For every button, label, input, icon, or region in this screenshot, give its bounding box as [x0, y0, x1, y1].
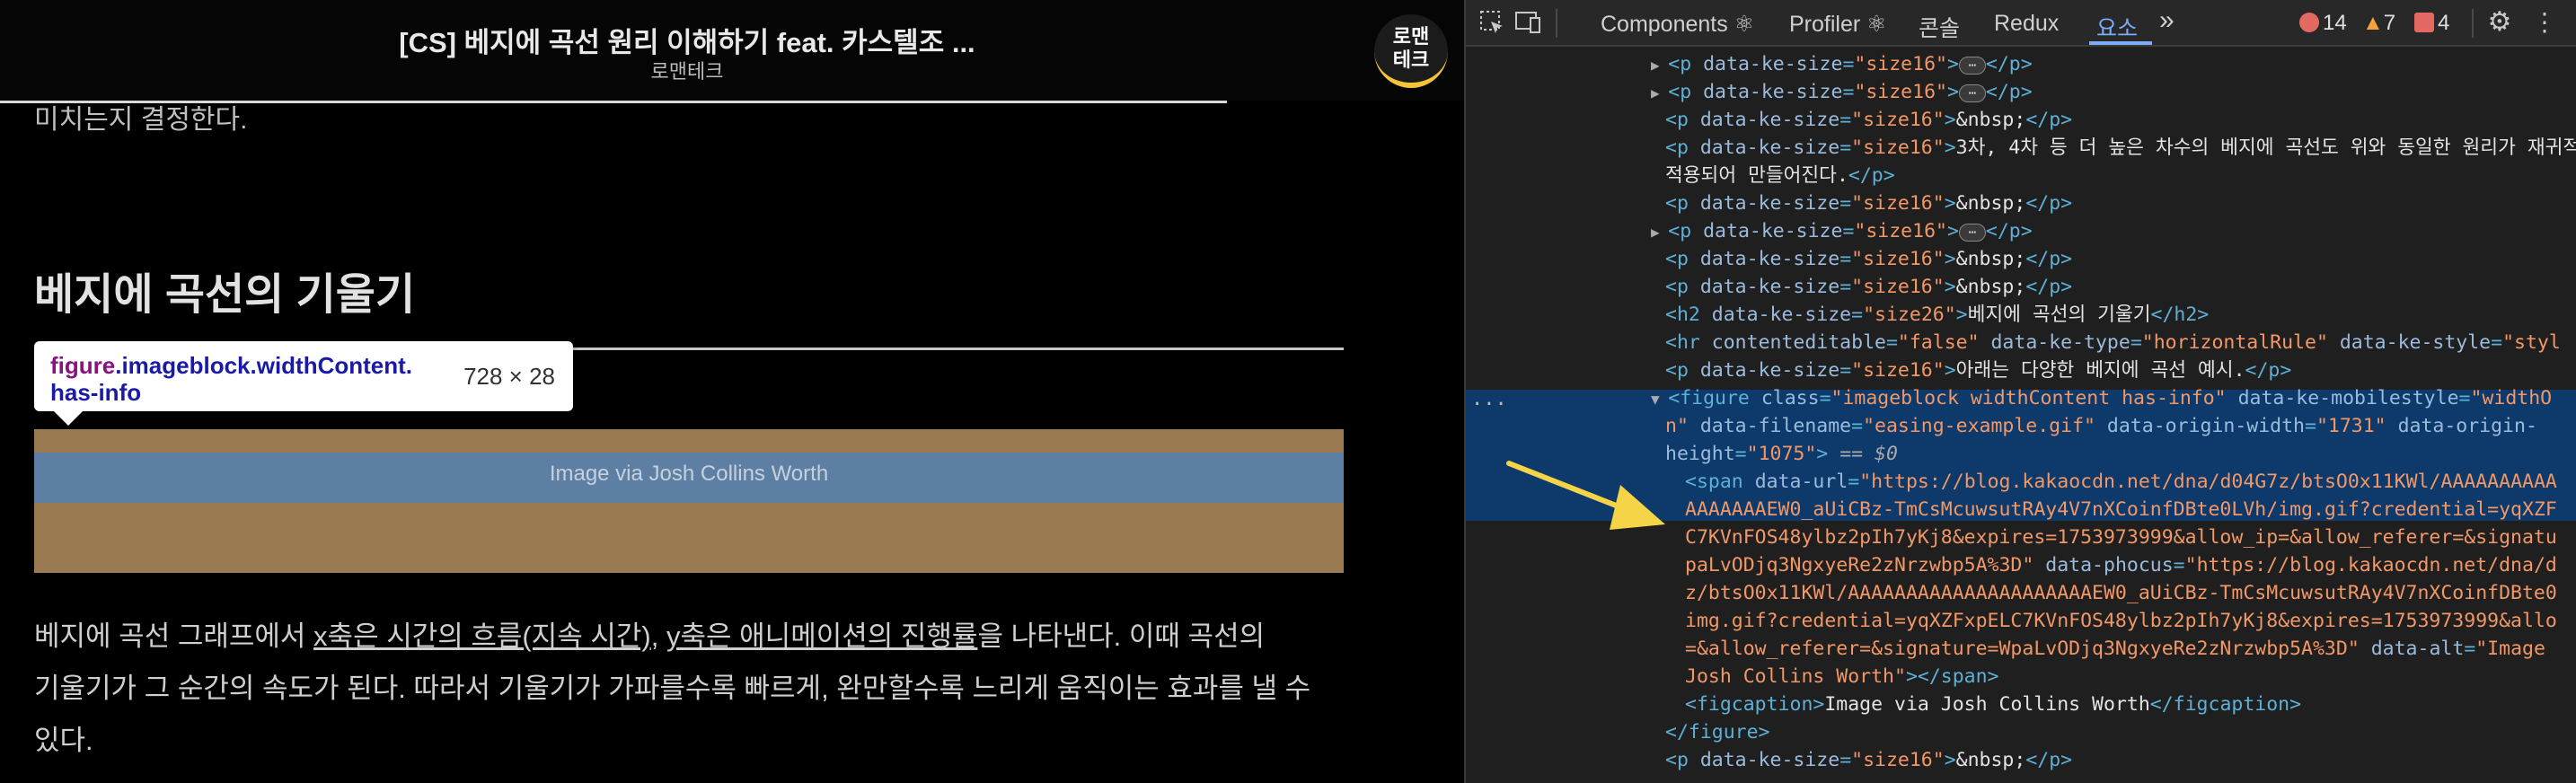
- blog-name[interactable]: 로맨테크: [0, 56, 1374, 84]
- section-heading: 베지에 곡선의 기울기: [34, 271, 416, 319]
- tooltip-size: 728 × 28: [463, 363, 555, 390]
- tooltip-classes: .imageblock.widthContent.: [115, 352, 413, 379]
- body-paragraph: 베지에 곡선 그래프에서 x축은 시간의 흐름(지속 시간), y축은 애니메이…: [34, 611, 1354, 767]
- para-text: ,: [650, 620, 666, 652]
- post-title[interactable]: [CS] 베지에 곡선 원리 이해하기 feat. 카스텔조 ...: [0, 20, 1374, 60]
- inspect-tooltip: figure.imageblock.widthContent. has-info …: [34, 341, 573, 426]
- tooltip-classes-2: has-info: [50, 379, 142, 406]
- para-underlined-x: x축은 시간의 흐름(지속 시간): [313, 620, 651, 652]
- tooltip-tag: figure: [50, 352, 116, 379]
- blog-page: [CS] 베지에 곡선 원리 이해하기 feat. 카스텔조 ... 로맨테크 …: [0, 0, 1464, 783]
- para-text: 을 나타낸다. 이때 곡선의: [977, 620, 1266, 652]
- blog-header: [CS] 베지에 곡선 원리 이해하기 feat. 카스텔조 ... 로맨테크 …: [0, 0, 1464, 101]
- reading-progress-bar: [0, 101, 1227, 103]
- figure-imageblock: Image via Josh Collins Worth: [34, 429, 1344, 573]
- devtools-panel: Components ⚛ Profiler ⚛ 콘솔 Redux 요소 » 14…: [1464, 0, 2576, 783]
- para-line-2: 기울기가 그 순간의 속도가 된다. 따라서 기울기가 가파를수록 빠르게, 완…: [34, 673, 1311, 704]
- para-underlined-y: y축은 애니메이션의 진행률: [666, 620, 978, 652]
- avatar-line-2: 테크: [1392, 48, 1430, 71]
- blog-avatar[interactable]: 로맨 테크: [1374, 14, 1448, 88]
- annotation-arrow-icon: [1506, 461, 1665, 530]
- figure-caption: Image via Josh Collins Worth: [549, 462, 829, 486]
- tooltip-element-name: figure.imageblock.widthContent. has-info: [50, 352, 481, 406]
- para-text: 베지에 곡선 그래프에서: [34, 620, 314, 652]
- avatar-line-1: 로맨: [1392, 25, 1430, 48]
- para-line-3: 있다.: [34, 725, 93, 756]
